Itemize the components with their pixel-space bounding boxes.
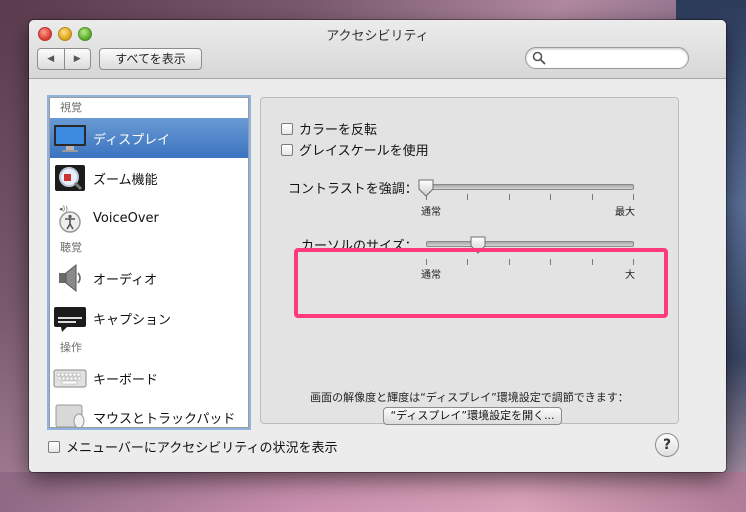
contrast-ticks — [426, 194, 634, 200]
sidebar-item-zoom[interactable]: ズーム機能 — [50, 158, 248, 198]
caption-icon — [53, 301, 87, 335]
sidebar-item-mouse-trackpad[interactable]: マウスとトラックパッド — [50, 398, 248, 427]
zoom-icon — [53, 161, 87, 195]
slider-tick — [467, 194, 468, 200]
sidebar-item-label: ディスプレイ — [93, 132, 171, 148]
speaker-icon — [53, 261, 87, 295]
menubar-status-label: メニューバーにアクセシビリティの状況を表示 — [66, 441, 338, 456]
show-all-button[interactable]: すべてを表示 — [99, 48, 202, 70]
menubar-status-checkbox-row[interactable]: メニューバーにアクセシビリティの状況を表示 — [48, 437, 337, 456]
display-info-text: 画面の解像度と輝度は“ディスプレイ”環境設定で調節できます： — [310, 391, 629, 404]
mouse-icon — [53, 398, 87, 427]
desktop-background-bottom — [0, 472, 746, 512]
sidebar-section-hearing: 聴覚 — [60, 241, 82, 254]
window-title: アクセシビリティ — [326, 29, 429, 44]
contrast-slider-track[interactable] — [426, 184, 634, 190]
grayscale-checkbox[interactable] — [281, 143, 293, 156]
contrast-label: コントラストを強調： — [288, 182, 418, 197]
open-display-preferences-button[interactable]: “ディスプレイ”環境設定を開く... — [383, 407, 562, 425]
cursor-size-slider-track[interactable] — [426, 241, 634, 247]
sidebar-item-voiceover[interactable]: ◂)) VoiceOver — [50, 198, 248, 238]
voiceover-icon: ◂)) — [53, 201, 87, 235]
menubar-status-checkbox[interactable] — [48, 440, 60, 453]
slider-tick — [509, 194, 510, 200]
forward-arrow-icon: ▶ — [73, 54, 81, 64]
search-field[interactable] — [525, 47, 689, 69]
sidebar-item-label: マウスとトラックパッド — [93, 412, 236, 427]
forward-button[interactable]: ▶ — [63, 49, 91, 69]
invert-colors-checkbox[interactable] — [281, 122, 293, 135]
invert-colors-label: カラーを反転 — [299, 123, 378, 138]
sidebar-section-vision: 視覚 — [60, 101, 82, 114]
slider-tick — [633, 194, 634, 200]
contrast-max-label: 最大 — [615, 207, 635, 218]
sidebar-item-label: キャプション — [93, 312, 172, 328]
sidebar-item-captions[interactable]: キャプション — [50, 298, 248, 338]
preferences-window: アクセシビリティ ◀ ▶ すべてを表示 視覚 ディスプレイ ズーム機能 ◂)) … — [29, 20, 726, 472]
sidebar-item-label: キーボード — [93, 372, 159, 388]
search-icon — [532, 51, 546, 65]
grayscale-checkbox-row[interactable]: グレイスケールを使用 — [281, 140, 429, 159]
help-button[interactable]: ? — [655, 433, 679, 457]
slider-tick — [592, 194, 593, 200]
back-arrow-icon: ◀ — [47, 54, 55, 64]
sidebar-item-keyboard[interactable]: キーボード — [50, 358, 248, 398]
invert-colors-checkbox-row[interactable]: カラーを反転 — [281, 119, 377, 138]
sidebar-item-label: ズーム機能 — [93, 172, 158, 188]
back-button[interactable]: ◀ — [38, 49, 64, 69]
sidebar-item-display[interactable]: ディスプレイ — [50, 118, 248, 158]
search-input[interactable] — [550, 50, 684, 67]
sidebar-item-label: VoiceOver — [93, 210, 159, 226]
titlebar: アクセシビリティ ◀ ▶ すべてを表示 — [29, 20, 726, 79]
display-icon — [53, 121, 87, 155]
sidebar: 視覚 ディスプレイ ズーム機能 ◂)) VoiceOver 聴覚 オーディオ キ… — [49, 97, 249, 428]
grayscale-label: グレイスケールを使用 — [299, 144, 429, 159]
keyboard-icon — [53, 361, 87, 395]
sidebar-section-interaction: 操作 — [60, 341, 82, 354]
contrast-min-label: 通常 — [421, 207, 441, 218]
nav-button-group: ◀ ▶ — [37, 48, 91, 70]
cursor-size-highlight-box — [294, 248, 668, 318]
contrast-slider-knob[interactable] — [418, 179, 434, 197]
sidebar-item-label: オーディオ — [93, 272, 158, 288]
slider-tick — [550, 194, 551, 200]
sidebar-item-audio[interactable]: オーディオ — [50, 258, 248, 298]
